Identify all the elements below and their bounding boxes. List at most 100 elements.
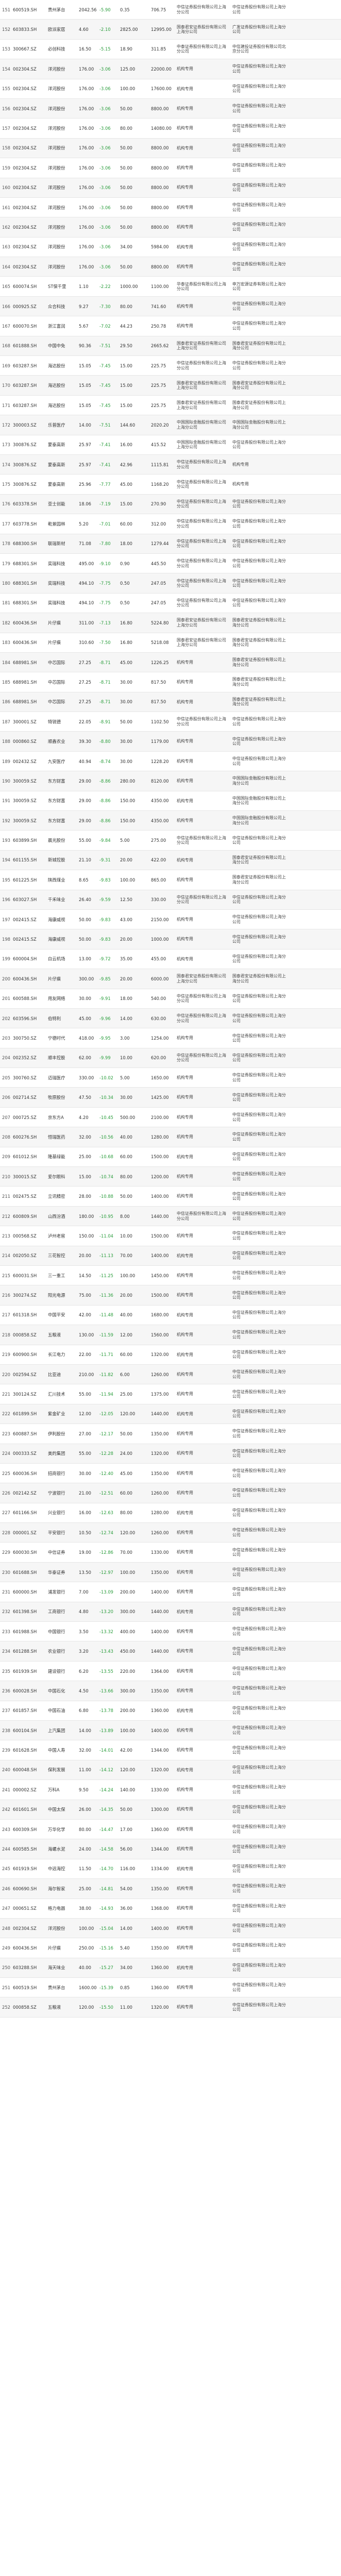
table-row[interactable]: 218 000858.SZ 五粮液 130.00 -11.59 12.00 1560.00 机… <box>0 1325 341 1345</box>
table-row[interactable]: 154 002304.SZ 洋河股份 176.00 -3.06 125.00 22000.0… <box>0 59 341 79</box>
table-row[interactable]: 191 300059.SZ 东方财富 29.00 -8.86 150.00 4350.00 机… <box>0 791 341 811</box>
table-row[interactable]: 157 002304.SZ 洋河股份 176.00 -3.06 80.00 14080.00… <box>0 118 341 139</box>
table-row[interactable]: 250 603288.SH 海天味业 40.00 -15.27 34.00 1360.00 机… <box>0 1958 341 1978</box>
table-row[interactable]: 160 002304.SZ 洋河股份 176.00 -3.06 50.00 8800.00 机… <box>0 178 341 198</box>
table-row[interactable]: 247 000651.SZ 格力电器 38.00 -14.93 36.00 1368.00 机… <box>0 1899 341 1919</box>
table-row[interactable]: 183 600436.SH 片仔癀 310.60 -7.50 16.80 5218.08 国泰… <box>0 633 341 653</box>
table-row[interactable]: 248 002304.SZ 洋河股份 100.00 -15.04 14.00 1400.00… <box>0 1918 341 1939</box>
table-row[interactable]: 227 601166.SH 兴业银行 16.00 -12.63 80.00 1280.00 机… <box>0 1503 341 1523</box>
table-row[interactable]: 184 688981.SH 中芯国际 27.25 -8.71 45.00 1226.25 机构… <box>0 652 341 673</box>
table-row[interactable]: 187 300001.SZ 特锐德 22.05 -8.91 50.00 1102.50 中信证… <box>0 712 341 732</box>
table-row[interactable]: 173 300876.SZ 蒙泰高新 25.97 -7.41 16.00 415.52 中国国… <box>0 435 341 455</box>
table-row[interactable]: 242 601601.SH 中国太保 26.00 -14.35 50.00 1300.00 机… <box>0 1800 341 1820</box>
table-row[interactable]: 251 600519.SH 贵州茅台 1600.00 -15.39 0.85 1360.00… <box>0 1978 341 1998</box>
table-row[interactable]: 188 000860.SZ 顺鑫农业 39.30 -8.80 30.00 1179.00 机构… <box>0 732 341 752</box>
table-row[interactable]: 194 601155.SH 新城控股 21.10 -9.31 20.00 422.00 机构专… <box>0 850 341 871</box>
table-row[interactable]: 240 600048.SH 保利发展 11.00 -14.12 120.00 1320.00… <box>0 1760 341 1781</box>
table-row[interactable]: 174 300876.SZ 蒙泰高新 25.97 -7.41 42.96 1115.81 中信… <box>0 454 341 475</box>
table-row[interactable]: 203 300750.SZ 宁德时代 418.00 -9.95 3.00 1254.00 机构… <box>0 1028 341 1048</box>
table-row[interactable]: 249 600436.SH 片仔癀 250.00 -15.16 5.40 1350.00 机构… <box>0 1938 341 1958</box>
table-row[interactable]: 198 002415.SZ 海康威视 50.00 -9.83 20.00 1000.00 机构… <box>0 929 341 950</box>
table-row[interactable]: 208 600276.SH 恒瑞医药 32.00 -10.56 40.00 1280.00 机… <box>0 1127 341 1147</box>
table-row[interactable]: 200 600436.SH 片仔癀 300.00 -9.85 20.00 6000.00 国泰… <box>0 969 341 989</box>
table-row[interactable]: 214 002050.SZ 三花智控 20.00 -11.13 70.00 1400.00 机… <box>0 1246 341 1266</box>
table-row[interactable]: 235 601939.SH 建设银行 6.20 -13.55 220.00 1364.00 机… <box>0 1661 341 1682</box>
table-row[interactable]: 236 600028.SH 中国石化 4.50 -13.66 300.00 1350.00 机… <box>0 1681 341 1701</box>
table-row[interactable]: 234 601288.SH 农业银行 3.20 -13.43 450.00 1440.00 机… <box>0 1641 341 1662</box>
table-row[interactable]: 159 002304.SZ 洋河股份 176.00 -3.06 50.00 8800.00 机… <box>0 158 341 178</box>
table-row[interactable]: 213 000568.SZ 泸州老窖 150.00 -11.04 10.00 1500.00… <box>0 1226 341 1246</box>
table-row[interactable]: 171 603287.SH 海达股份 15.05 -7.45 15.00 225.75 国泰君… <box>0 395 341 416</box>
table-row[interactable]: 206 002714.SZ 牧原股份 47.50 -10.34 30.00 1425.00 机… <box>0 1088 341 1108</box>
table-row[interactable]: 202 603596.SH 伯特利 45.00 -9.96 14.00 630.00 中信证券… <box>0 1008 341 1029</box>
table-row[interactable]: 212 600809.SH 山西汾酒 180.00 -10.95 8.00 1440.00 中… <box>0 1206 341 1227</box>
table-row[interactable]: 201 600588.SH 用友网络 30.00 -9.91 18.00 540.00 中信证… <box>0 989 341 1009</box>
table-row[interactable]: 165 600074.SH ST保千里 1.10 -2.22 1000.00 1100.00… <box>0 277 341 297</box>
table-row[interactable]: 170 603287.SH 海达股份 15.05 -7.45 15.00 225.75 国泰君… <box>0 376 341 396</box>
table-row[interactable]: 151 600519.SH 贵州茅台 2042.56 -5.90 0.35 706.75 中信… <box>0 0 341 20</box>
table-row[interactable]: 155 002304.SZ 洋河股份 176.00 -3.06 100.00 17600.0… <box>0 79 341 99</box>
table-row[interactable]: 162 002304.SZ 洋河股份 176.00 -3.06 50.00 8800.00 机… <box>0 217 341 238</box>
table-row[interactable]: 195 601225.SH 陕西煤业 8.65 -9.83 100.00 865.00 机构专… <box>0 870 341 890</box>
table-row[interactable]: 243 600309.SH 万华化学 80.00 -14.47 17.00 1360.00 机… <box>0 1819 341 1840</box>
table-row[interactable]: 175 300876.SZ 蒙泰高新 25.96 -7.77 45.00 1168.20 中信… <box>0 474 341 495</box>
table-row[interactable]: 209 601012.SH 隆基绿能 25.00 -10.68 60.00 1500.00 机… <box>0 1147 341 1167</box>
table-row[interactable]: 179 688301.SH 奕瑞科技 495.00 -9.10 0.90 445.50 中信证… <box>0 553 341 574</box>
table-row[interactable]: 178 688300.SH 联瑞新材 71.08 -7.80 18.00 1279.44 中信… <box>0 534 341 554</box>
table-row[interactable]: 172 300003.SZ 乐普医疗 14.00 -7.51 144.60 2020.20 中… <box>0 415 341 435</box>
table-row[interactable]: 241 000002.SZ 万科A 9.50 -14.24 140.00 1330.00 机构… <box>0 1780 341 1800</box>
table-row[interactable]: 228 000001.SZ 平安银行 10.50 -12.74 120.00 1260.00… <box>0 1523 341 1543</box>
table-row[interactable]: 186 688981.SH 中芯国际 27.25 -8.71 30.00 817.50 机构专… <box>0 692 341 713</box>
table-row[interactable]: 176 603378.SH 亚士创能 18.06 -7.19 15.00 270.90 中信证… <box>0 494 341 515</box>
table-row[interactable]: 196 603027.SH 千禾味业 26.40 -9.59 12.50 330.00 中信证… <box>0 890 341 910</box>
table-row[interactable]: 193 603899.SH 晨光股份 55.00 -9.84 5.00 275.00 中信证券… <box>0 831 341 851</box>
table-row[interactable]: 158 002304.SZ 洋河股份 176.00 -3.06 50.00 8800.00 机… <box>0 138 341 159</box>
table-row[interactable]: 205 300760.SZ 迈瑞医疗 330.00 -10.02 5.00 1650.00 机… <box>0 1068 341 1088</box>
table-row[interactable]: 217 601318.SH 中国平安 42.00 -11.48 40.00 1680.00 机… <box>0 1305 341 1326</box>
table-row[interactable]: 246 600690.SH 海尔智家 25.00 -14.81 54.00 1350.00 机… <box>0 1879 341 1899</box>
table-row[interactable]: 182 600436.SH 片仔癀 311.00 -7.13 16.80 5224.80 国泰… <box>0 613 341 633</box>
table-row[interactable]: 207 000725.SZ 京东方A 4.20 -10.45 500.00 2100.00 机… <box>0 1107 341 1128</box>
table-row[interactable]: 180 688301.SH 奕瑞科技 494.10 -7.75 0.50 247.05 中信证… <box>0 573 341 594</box>
table-row[interactable]: 153 300667.SZ 必创科技 16.50 -5.15 18.90 311.85 中泰证… <box>0 39 341 60</box>
table-row[interactable]: 167 600070.SH 浙江富润 5.67 -7.02 44.23 250.78 机构专用… <box>0 316 341 336</box>
table-row[interactable]: 177 603778.SH 乾景园林 5.20 -7.01 60.00 312.00 中信证券… <box>0 514 341 534</box>
table-row[interactable]: 233 601988.SH 中国银行 3.50 -13.32 400.00 1400.00 机… <box>0 1622 341 1642</box>
table-row[interactable]: 237 601857.SH 中国石油 6.80 -13.78 200.00 1360.00 机… <box>0 1701 341 1721</box>
table-row[interactable]: 168 601888.SH 中国中免 90.36 -7.51 29.50 2665.62 国泰… <box>0 336 341 357</box>
table-row[interactable]: 210 300015.SZ 爱尔眼科 15.00 -10.74 80.00 1200.00 机… <box>0 1167 341 1187</box>
table-row[interactable]: 239 601628.SH 中国人寿 32.00 -14.01 42.00 1344.00 机… <box>0 1740 341 1760</box>
table-row[interactable]: 229 600030.SH 中信证券 19.00 -12.86 70.00 1330.00 机… <box>0 1543 341 1563</box>
table-row[interactable]: 220 002594.SZ 比亚迪 210.00 -11.82 6.00 1260.00 机构… <box>0 1364 341 1385</box>
table-row[interactable]: 161 002304.SZ 洋河股份 176.00 -3.06 50.00 8800.00 机… <box>0 197 341 218</box>
table-row[interactable]: 190 300059.SZ 东方财富 29.00 -8.86 280.00 8120.00 机… <box>0 771 341 791</box>
table-row[interactable]: 192 300059.SZ 东方财富 29.00 -8.86 150.00 4350.00 机… <box>0 811 341 831</box>
table-row[interactable]: 221 300124.SZ 汇川技术 55.00 -11.94 25.00 1375.00 机… <box>0 1384 341 1404</box>
table-row[interactable]: 211 002475.SZ 立讯精密 28.00 -10.88 50.00 1400.00 机… <box>0 1187 341 1207</box>
table-row[interactable]: 166 000925.SZ 众合科技 9.27 -7.30 80.00 741.60 机构专用… <box>0 296 341 317</box>
table-row[interactable]: 169 603287.SH 海达股份 15.05 -7.45 15.00 225.75 中信证… <box>0 356 341 376</box>
table-row[interactable]: 189 002432.SZ 九安医疗 40.94 -8.74 30.00 1228.20 机构… <box>0 751 341 772</box>
table-row[interactable]: 215 600031.SH 三一重工 14.50 -11.25 100.00 1450.00… <box>0 1266 341 1286</box>
table-row[interactable]: 164 002304.SZ 洋河股份 176.00 -3.06 50.00 8800.00 机… <box>0 257 341 277</box>
table-row[interactable]: 156 002304.SZ 洋河股份 176.00 -3.06 50.00 8800.00 机… <box>0 98 341 119</box>
table-row[interactable]: 219 600900.SH 长江电力 22.00 -11.71 60.00 1320.00 机… <box>0 1345 341 1365</box>
table-row[interactable]: 238 600104.SH 上汽集团 14.00 -13.89 100.00 1400.00… <box>0 1720 341 1741</box>
table-row[interactable]: 199 600004.SH 白云机场 13.00 -9.72 35.00 455.00 机构专… <box>0 949 341 970</box>
table-row[interactable]: 222 601899.SH 紫金矿业 12.00 -12.05 120.00 1440.00… <box>0 1404 341 1425</box>
table-row[interactable]: 204 002352.SZ 顺丰控股 62.00 -9.99 10.00 620.00 中信证… <box>0 1048 341 1069</box>
table-row[interactable]: 216 300274.SZ 阳光电源 75.00 -11.36 20.00 1500.00 机… <box>0 1285 341 1306</box>
table-row[interactable]: 231 600000.SH 浦发银行 7.00 -13.09 200.00 1400.00 机… <box>0 1582 341 1602</box>
table-row[interactable]: 232 601398.SH 工商银行 4.80 -13.20 300.00 1440.00 机… <box>0 1602 341 1622</box>
table-row[interactable]: 224 000333.SZ 美的集团 55.00 -12.28 24.00 1320.00 机… <box>0 1444 341 1464</box>
table-row[interactable]: 197 002415.SZ 海康威视 50.00 -9.83 43.00 2150.00 机构… <box>0 909 341 930</box>
table-row[interactable]: 163 002304.SZ 洋河股份 176.00 -3.06 34.00 5984.00 机… <box>0 237 341 258</box>
table-row[interactable]: 185 688981.SH 中芯国际 27.25 -8.71 30.00 817.50 机构专… <box>0 672 341 692</box>
table-row[interactable]: 152 603833.SH 欧派家居 4.60 -2.10 2825.00 12995.00… <box>0 20 341 40</box>
table-row[interactable]: 223 600887.SH 伊利股份 27.00 -12.17 50.00 1350.00 机… <box>0 1424 341 1444</box>
table-row[interactable]: 252 000858.SZ 五粮液 120.00 -15.50 11.00 1320.00 机… <box>0 1997 341 2018</box>
table-row[interactable]: 181 688301.SH 奕瑞科技 494.10 -7.75 0.50 247.05 中信证… <box>0 593 341 614</box>
table-row[interactable]: 225 600036.SH 招商银行 30.00 -12.40 45.00 1350.00 机… <box>0 1463 341 1484</box>
table-row[interactable]: 230 601688.SH 华泰证券 13.50 -12.97 100.00 1350.00… <box>0 1562 341 1583</box>
table-row[interactable]: 244 600585.SH 海螺水泥 24.00 -14.58 56.00 1344.00 机… <box>0 1839 341 1859</box>
